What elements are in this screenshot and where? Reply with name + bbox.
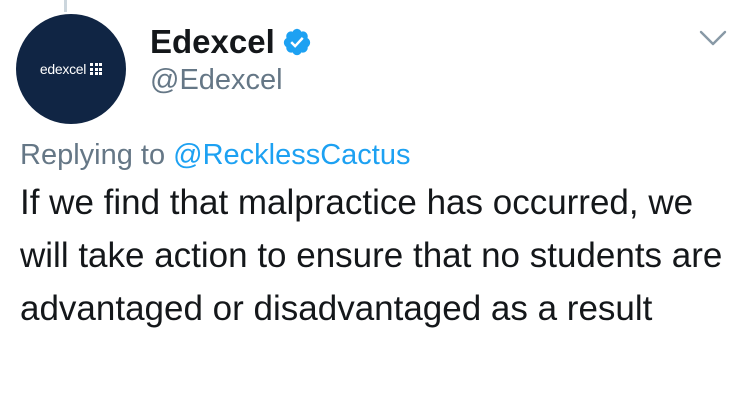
tweet-card: edexcel Edexcel @Edexcel Replying to @Re… [0,0,750,410]
replying-to-label: Replying to [20,139,174,171]
reply-to-handle-link[interactable]: @RecklessCactus [173,139,410,171]
author-name-row: Edexcel [150,22,312,62]
thread-connector-line [64,0,67,12]
avatar-logo-text: edexcel [39,61,87,77]
author-display-name[interactable]: Edexcel [150,22,275,62]
avatar-logo-grid-icon [90,63,103,75]
replying-to-line: Replying to @RecklessCactus [20,136,411,174]
avatar[interactable]: edexcel [16,14,126,124]
chevron-down-icon[interactable] [698,28,728,48]
verified-badge-icon [283,28,310,56]
tweet-text: If we find that malpractice has occurred… [20,183,723,328]
author-handle[interactable]: @Edexcel [150,61,283,99]
